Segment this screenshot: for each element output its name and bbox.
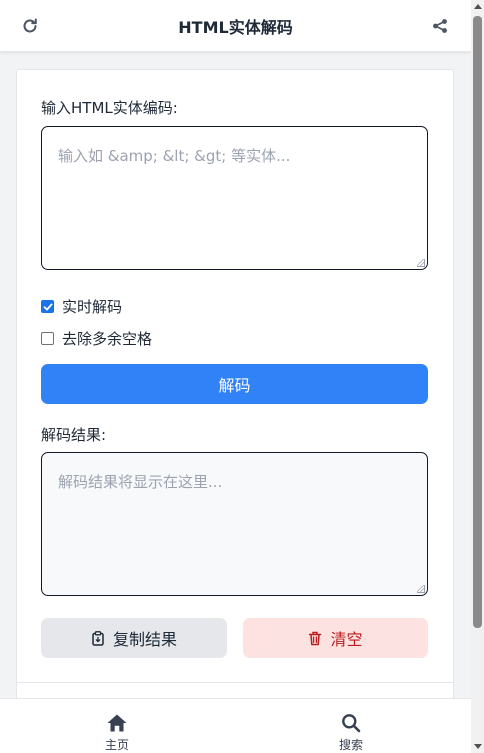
card-divider — [17, 682, 453, 683]
search-icon — [342, 714, 361, 733]
clear-label: 清空 — [330, 630, 363, 649]
output-label: 解码结果: — [41, 426, 107, 444]
share-button[interactable] — [429, 15, 451, 37]
share-icon — [433, 19, 447, 33]
scroll-down-arrow-icon[interactable] — [474, 744, 482, 749]
page-title: HTML实体解码 — [178, 17, 293, 37]
nav-home[interactable]: 主页 — [87, 713, 147, 753]
nav-search[interactable]: 搜索 — [321, 713, 381, 753]
entity-input[interactable]: 输入如 &amp; &lt; &gt; 等实体... — [41, 126, 428, 270]
clipboard-copy-icon — [92, 630, 104, 646]
bottom-navigation: 主页 搜索 — [0, 698, 471, 753]
trim-spaces-option[interactable]: 去除多余空格 — [41, 328, 152, 349]
check-icon — [43, 303, 52, 310]
trim-spaces-label: 去除多余空格 — [62, 330, 153, 348]
scrollbar-thumb[interactable] — [473, 16, 482, 628]
nav-search-label: 搜索 — [338, 738, 363, 752]
trash-icon — [309, 631, 322, 645]
trim-spaces-checkbox[interactable] — [41, 332, 54, 345]
input-label: 输入HTML实体编码: — [41, 99, 178, 117]
entity-input-placeholder: 输入如 &amp; &lt; &gt; 等实体... — [58, 147, 291, 165]
resize-grip-icon[interactable] — [417, 585, 425, 593]
decode-result-placeholder: 解码结果将显示在这里... — [58, 473, 223, 491]
realtime-decode-option[interactable]: 实时解码 — [41, 296, 122, 317]
realtime-decode-checkbox[interactable] — [41, 300, 54, 313]
home-icon — [107, 714, 127, 732]
nav-home-label: 主页 — [104, 738, 129, 752]
refresh-icon — [23, 18, 37, 33]
scroll-up-arrow-icon[interactable] — [474, 4, 482, 9]
decode-result-output[interactable]: 解码结果将显示在这里... — [41, 452, 428, 596]
page-scrollbar[interactable] — [471, 0, 484, 753]
top-bar: HTML实体解码 — [0, 0, 471, 52]
realtime-decode-label: 实时解码 — [62, 298, 123, 316]
decode-button[interactable]: 解码 — [41, 364, 428, 404]
resize-grip-icon[interactable] — [417, 259, 425, 267]
copy-result-button[interactable]: 复制结果 — [41, 618, 227, 658]
copy-result-label: 复制结果 — [112, 630, 177, 649]
refresh-button[interactable] — [19, 15, 41, 37]
clear-button[interactable]: 清空 — [243, 618, 428, 658]
